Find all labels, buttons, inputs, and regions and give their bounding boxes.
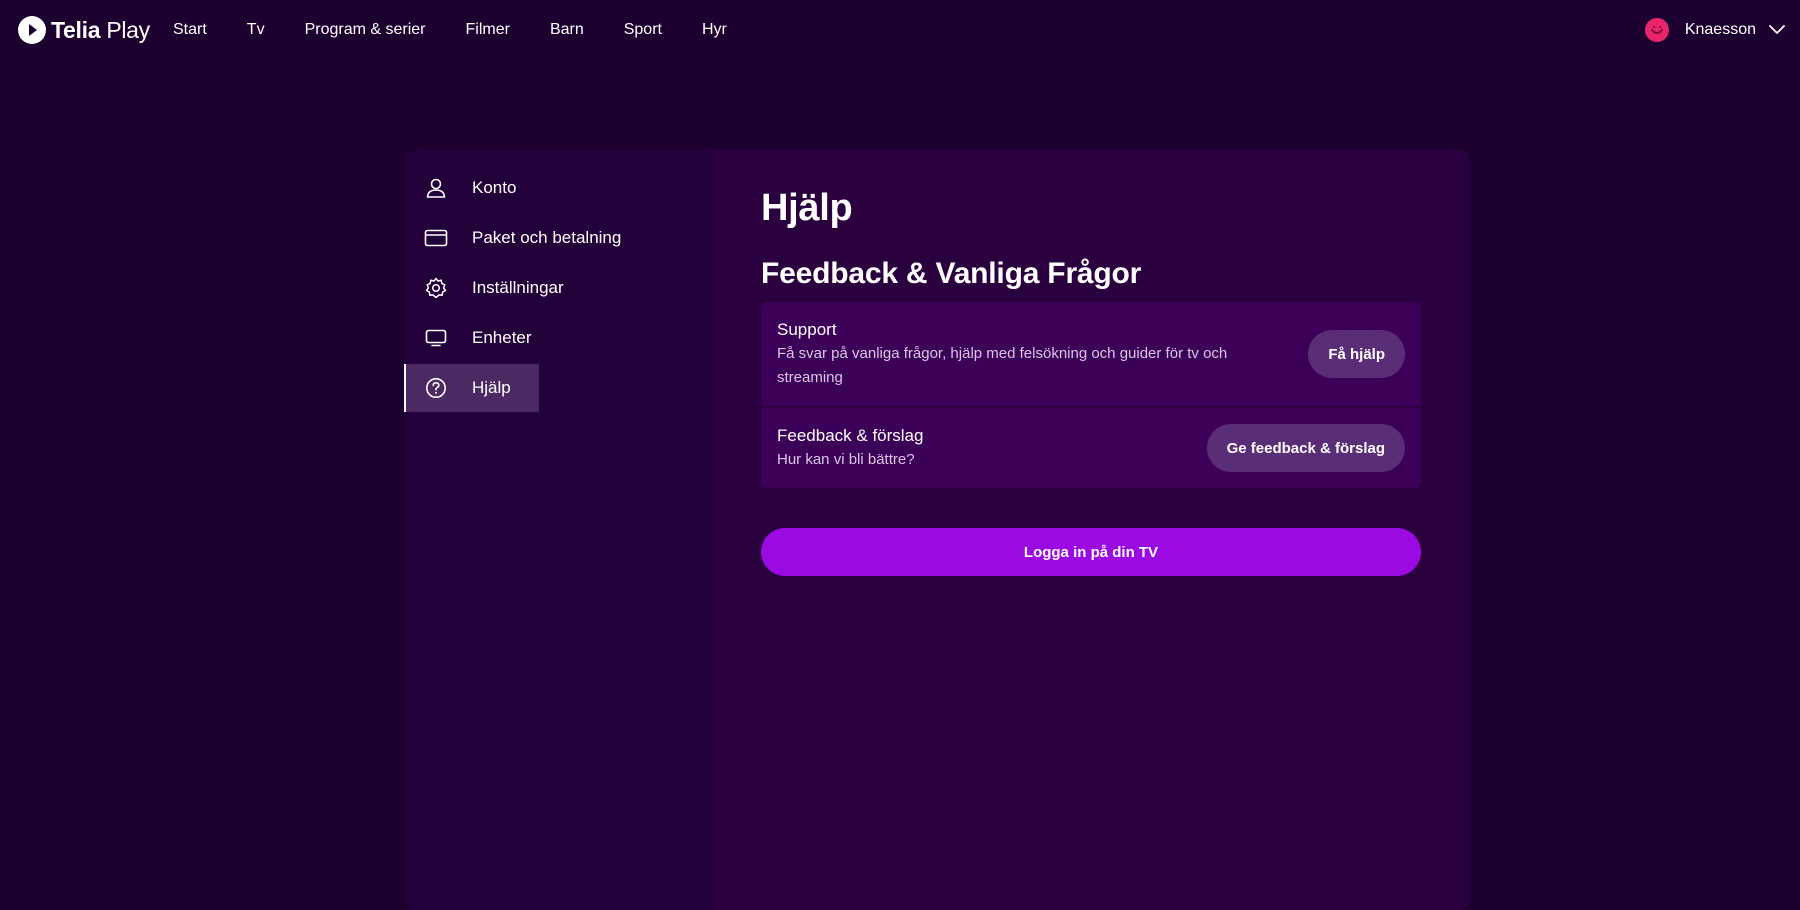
settings-card: Konto Paket och betalning Inställningar	[404, 150, 1470, 910]
main-nav: Start Tv Program & serier Filmer Barn Sp…	[173, 18, 767, 42]
user-menu[interactable]: Knaesson	[1644, 16, 1786, 44]
nav-item-program-serier[interactable]: Program & serier	[305, 18, 426, 42]
username[interactable]: Knaesson	[1685, 21, 1756, 39]
page-title: Hjälp	[761, 187, 853, 229]
logo-text-light: Play	[106, 16, 150, 43]
help-circle-icon	[424, 376, 448, 400]
row-subtitle: Hur kan vi bli bättre?	[777, 451, 915, 468]
sidebar-item-enheter[interactable]: Enheter	[404, 314, 560, 362]
smile-icon	[1650, 26, 1663, 34]
nav-item-sport[interactable]: Sport	[624, 18, 662, 42]
help-content: Hjälp Feedback & Vanliga Frågor Support …	[711, 150, 1470, 910]
nav-item-barn[interactable]: Barn	[550, 18, 584, 42]
sidebar-item-label: Hjälp	[472, 378, 511, 397]
get-help-button[interactable]: Få hjälp	[1308, 330, 1405, 378]
chevron-down-icon[interactable]	[1768, 24, 1786, 36]
login-tv-button[interactable]: Logga in på din TV	[761, 528, 1421, 576]
nav-item-hyr[interactable]: Hyr	[702, 18, 727, 42]
sidebar-item-label: Enheter	[472, 328, 532, 347]
avatar[interactable]	[1644, 18, 1669, 42]
play-logo-icon	[18, 16, 46, 44]
section-title: Feedback & Vanliga Frågor	[761, 257, 1142, 290]
sidebar-item-installningar[interactable]: Inställningar	[404, 264, 592, 312]
list-item-support: Support Få svar på vanliga frågor, hjälp…	[761, 302, 1421, 406]
sidebar-item-label: Inställningar	[472, 278, 564, 297]
row-subtitle: Få svar på vanliga frågor, hjälp med fel…	[777, 345, 1228, 386]
top-navigation-bar: Telia Play Start Tv Program & serier Fil…	[0, 0, 1800, 60]
nav-item-filmer[interactable]: Filmer	[466, 18, 510, 42]
help-options-list: Support Få svar på vanliga frågor, hjälp…	[761, 302, 1421, 488]
telia-play-logo[interactable]: Telia Play	[17, 12, 150, 48]
user-icon	[424, 176, 448, 200]
tv-icon	[424, 326, 448, 350]
sidebar-item-hjalp[interactable]: Hjälp	[404, 364, 539, 412]
credit-card-icon	[424, 226, 448, 250]
nav-item-start[interactable]: Start	[173, 18, 207, 42]
row-title: Support	[777, 320, 837, 339]
logo-text-bold: Telia	[51, 16, 101, 43]
sidebar-item-label: Paket och betalning	[472, 228, 622, 247]
settings-sidebar: Konto Paket och betalning Inställningar	[404, 150, 711, 910]
sidebar-item-paket-och-betalning[interactable]: Paket och betalning	[404, 214, 649, 262]
sidebar-item-konto[interactable]: Konto	[404, 164, 544, 212]
list-item-feedback: Feedback & förslag Hur kan vi bli bättre…	[761, 408, 1421, 488]
sidebar-item-label: Konto	[472, 178, 517, 197]
give-feedback-button[interactable]: Ge feedback & förslag	[1206, 424, 1405, 472]
gear-icon	[424, 276, 448, 300]
row-title: Feedback & förslag	[777, 426, 924, 445]
nav-item-tv[interactable]: Tv	[247, 18, 265, 42]
